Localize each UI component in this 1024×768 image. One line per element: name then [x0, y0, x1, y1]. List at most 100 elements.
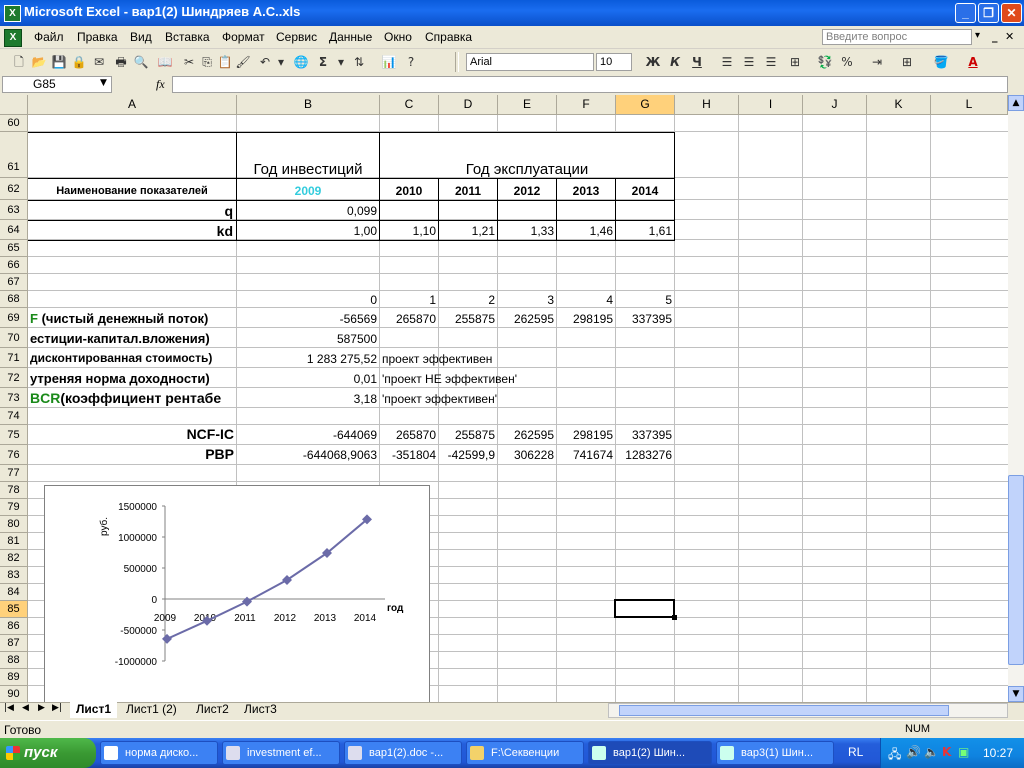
- align-center-icon[interactable]: ☰: [740, 53, 758, 71]
- formula-input[interactable]: [172, 76, 1008, 93]
- ncfic-cell[interactable]: 265870: [380, 428, 436, 442]
- tab-first-icon[interactable]: |◀: [4, 703, 14, 713]
- column-header-h[interactable]: H: [675, 95, 739, 115]
- column-header-e[interactable]: E: [498, 95, 557, 115]
- kd-cell[interactable]: 1,00: [237, 224, 377, 238]
- vertical-scrollbar[interactable]: ▲ ▼: [1008, 95, 1024, 702]
- row-header[interactable]: 90: [0, 686, 28, 702]
- tab-next-icon[interactable]: ▶: [38, 703, 45, 713]
- period-cell[interactable]: 3: [498, 293, 554, 307]
- row-header[interactable]: 64: [0, 220, 28, 240]
- merge-center-icon[interactable]: ⊞: [786, 53, 804, 71]
- tray-network-icon[interactable]: 🖧: [888, 745, 901, 766]
- row-header[interactable]: 68: [0, 291, 28, 308]
- investment-year-header[interactable]: Год инвестиций: [237, 161, 379, 178]
- column-header-c[interactable]: C: [380, 95, 439, 115]
- cut-icon[interactable]: ✂: [180, 53, 198, 71]
- ncfic-cell[interactable]: -644069: [237, 428, 377, 442]
- format-painter-icon[interactable]: 🖌: [234, 53, 252, 71]
- ic-label[interactable]: естиции-капитал.вложения): [30, 331, 236, 346]
- row-header[interactable]: 84: [0, 584, 28, 601]
- doc-close-icon[interactable]: ✕: [1005, 30, 1014, 43]
- bcr-label[interactable]: BCR(коэффициент рентабе: [30, 390, 236, 406]
- row-header[interactable]: 78: [0, 482, 28, 499]
- period-cell[interactable]: 0: [237, 293, 377, 307]
- year-cell[interactable]: 2012: [498, 184, 556, 198]
- print-preview-icon[interactable]: 🔍: [132, 53, 150, 71]
- npv-label[interactable]: дисконтированная стоимость): [30, 351, 236, 365]
- npv-conclusion[interactable]: проект эффективен: [382, 352, 622, 366]
- close-button[interactable]: ✕: [1001, 3, 1022, 23]
- npv-value[interactable]: 1 283 275,52: [237, 352, 377, 366]
- year-cell[interactable]: 2010: [380, 184, 438, 198]
- borders-icon[interactable]: ⊞: [898, 53, 916, 71]
- undo-dropdown-icon[interactable]: ▾: [272, 53, 290, 71]
- period-cell[interactable]: 5: [616, 293, 672, 307]
- hscroll-thumb[interactable]: [619, 705, 949, 716]
- year-cell[interactable]: 2013: [557, 184, 615, 198]
- menu-view[interactable]: Вид: [130, 30, 152, 44]
- ncf-cell[interactable]: 337395: [616, 312, 672, 326]
- font-name-select[interactable]: Arial: [466, 53, 594, 71]
- name-box[interactable]: G85: [2, 76, 112, 93]
- pbp-cell[interactable]: -351804: [380, 448, 436, 462]
- ncf-cell[interactable]: 265870: [380, 312, 436, 326]
- help-question-input[interactable]: Введите вопрос: [822, 29, 972, 45]
- irr-label[interactable]: утреняя норма доходности): [30, 371, 236, 386]
- font-size-select[interactable]: 10: [596, 53, 632, 71]
- row-header[interactable]: 69: [0, 308, 28, 328]
- worksheet-grid[interactable]: A B C D E F G H I J K L 60 61 62 63 64 6…: [0, 95, 1008, 702]
- pbp-label[interactable]: PBP: [28, 446, 234, 462]
- row-header[interactable]: 89: [0, 669, 28, 686]
- help-icon[interactable]: ?: [402, 53, 420, 71]
- autosum-icon[interactable]: Σ: [314, 53, 332, 71]
- ncf-cell[interactable]: 298195: [557, 312, 613, 326]
- column-header-k[interactable]: K: [867, 95, 931, 115]
- ncfic-cell[interactable]: 255875: [439, 428, 495, 442]
- row-header[interactable]: 72: [0, 368, 28, 388]
- doc-minimize-icon[interactable]: _: [992, 30, 998, 43]
- row-header[interactable]: 77: [0, 465, 28, 482]
- ncf-cell[interactable]: 255875: [439, 312, 495, 326]
- bcr-conclusion[interactable]: 'проект эффективен': [382, 392, 622, 406]
- minimize-button[interactable]: _: [955, 3, 976, 23]
- column-header-g[interactable]: G: [616, 95, 675, 115]
- q-value[interactable]: 0,099: [237, 204, 377, 218]
- sheet-tab-list2[interactable]: Лист2: [190, 702, 235, 718]
- row-header[interactable]: 61: [0, 132, 28, 178]
- operation-year-header[interactable]: Год эксплуатации: [380, 161, 674, 178]
- scroll-thumb[interactable]: [1008, 475, 1024, 665]
- pbp-chart[interactable]: 1500000 1000000 500000 0 -500000 -1000000 2009…: [44, 485, 430, 702]
- paste-icon[interactable]: 📋: [216, 53, 234, 71]
- column-header-d[interactable]: D: [439, 95, 498, 115]
- permission-icon[interactable]: 🔒: [70, 53, 88, 71]
- tray-speaker-icon[interactable]: 🔈: [924, 745, 939, 759]
- row-header[interactable]: 75: [0, 425, 28, 445]
- pbp-cell[interactable]: 741674: [557, 448, 613, 462]
- menu-tools[interactable]: Сервис: [276, 30, 317, 44]
- chart-wizard-icon[interactable]: 📊: [380, 53, 398, 71]
- sort-ascending-icon[interactable]: ⇅: [350, 53, 368, 71]
- insert-function-icon[interactable]: fx: [156, 77, 165, 92]
- italic-button[interactable]: К: [666, 53, 684, 71]
- kd-label[interactable]: kd: [28, 223, 233, 239]
- open-icon[interactable]: 📂: [30, 53, 48, 71]
- scroll-up-icon[interactable]: ▲: [1008, 95, 1024, 111]
- row-header[interactable]: 62: [0, 178, 28, 200]
- tray-nvidia-icon[interactable]: ▣: [958, 745, 969, 759]
- irr-conclusion[interactable]: 'проект НЕ эффективен': [382, 372, 622, 386]
- hyperlink-icon[interactable]: 🌐: [292, 53, 310, 71]
- kd-cell[interactable]: 1,21: [439, 224, 495, 238]
- row-header[interactable]: 60: [0, 115, 28, 132]
- row-header[interactable]: 80: [0, 516, 28, 533]
- row-header[interactable]: 83: [0, 567, 28, 584]
- excel-app-icon[interactable]: X: [4, 5, 21, 22]
- indent-icon[interactable]: ⇥: [868, 53, 886, 71]
- sheet-tab-list3[interactable]: Лист3: [238, 702, 283, 718]
- row-header[interactable]: 87: [0, 635, 28, 652]
- sheet-tab-list1[interactable]: Лист1: [70, 702, 118, 718]
- underline-button[interactable]: Ч: [688, 53, 706, 71]
- row-header[interactable]: 65: [0, 240, 28, 257]
- row-header[interactable]: 81: [0, 533, 28, 550]
- percent-icon[interactable]: %: [838, 53, 856, 71]
